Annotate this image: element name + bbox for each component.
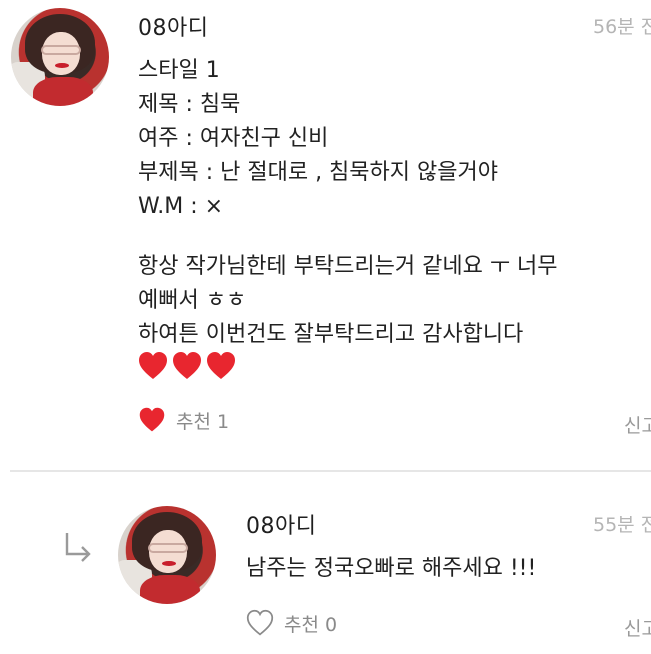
- heart-emoji-icon: [207, 352, 235, 379]
- reply-username[interactable]: 08아디: [246, 508, 316, 540]
- comment-line: 제목 : 침묵: [138, 92, 241, 117]
- like-count-label: 추천 1: [176, 410, 230, 433]
- avatar-lips: [162, 560, 176, 566]
- comment-line: 하여튼 이번건도 잘부탁드리고 감사합니다: [138, 322, 524, 347]
- heart-emoji-row: [137, 350, 237, 382]
- reply-body: 남주는 정국오빠로 해주세요 !!!: [246, 556, 537, 581]
- comment-line: 부제목 : 난 절대로 , 침묵하지 않을거야: [138, 160, 498, 185]
- avatar-glasses: [148, 543, 188, 554]
- reply-timestamp: 55분 전: [593, 514, 651, 536]
- reply-arrow-icon: [65, 533, 91, 562]
- heart-outline-icon: [246, 609, 274, 636]
- comment-line: 예뻐서 ㅎㅎ: [138, 288, 247, 313]
- reply-like-button[interactable]: 추천 0: [246, 609, 337, 637]
- heart-emoji-icon: [139, 352, 167, 379]
- divider: [10, 470, 651, 472]
- heart-emoji-icon: [173, 352, 201, 379]
- avatar-glasses: [41, 45, 81, 56]
- comment-timestamp: 56분 전: [593, 16, 651, 38]
- avatar[interactable]: [11, 8, 109, 106]
- heart-filled-icon: [139, 407, 165, 432]
- avatar-shirt: [139, 574, 201, 604]
- comment-username[interactable]: 08아디: [138, 10, 208, 42]
- comment-line: W.M : ×: [138, 194, 224, 219]
- like-button[interactable]: 추천 1: [138, 406, 229, 434]
- reply-avatar[interactable]: [118, 506, 216, 604]
- comment-line: 스타일 1: [138, 58, 220, 83]
- comment-line: 여주 : 여자친구 신비: [138, 126, 329, 151]
- report-button[interactable]: 신고: [624, 411, 651, 438]
- like-count-label: 추천 0: [284, 613, 338, 636]
- avatar-shirt: [32, 76, 94, 106]
- avatar-lips: [55, 62, 69, 68]
- comment-line: 항상 작가님한테 부탁드리는거 같네요 ㅜ 너무: [138, 254, 558, 279]
- reply-report-button[interactable]: 신고: [624, 614, 651, 641]
